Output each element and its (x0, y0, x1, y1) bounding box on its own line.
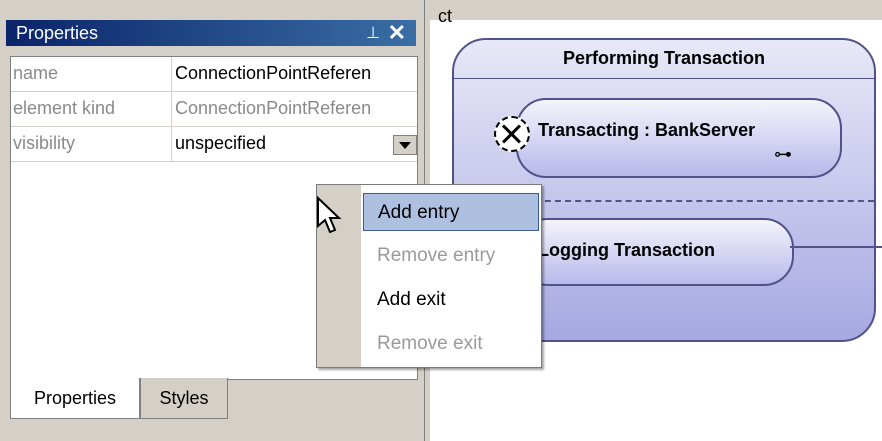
visibility-select[interactable]: unspecified (175, 133, 411, 154)
column-separator (171, 92, 172, 126)
submachine-link-icon: ⊶ (774, 144, 792, 164)
column-separator (171, 127, 172, 161)
dropdown-arrow-icon[interactable] (393, 135, 417, 155)
substate-transacting[interactable]: Transacting : BankServer ⊶ (516, 98, 842, 178)
fragment-label: ct (438, 6, 453, 26)
property-value[interactable]: ConnectionPointReferen (175, 63, 411, 84)
substate-label: Logging Transaction (538, 240, 716, 260)
property-row-visibility[interactable]: visibility unspecified (11, 127, 417, 162)
property-key: visibility (13, 133, 76, 153)
substate-logging[interactable]: Logging Transaction (518, 218, 794, 286)
column-separator (171, 57, 172, 91)
connection-point-icon[interactable] (494, 116, 530, 152)
close-icon[interactable]: ✕ (388, 20, 406, 46)
property-key: element kind (13, 98, 116, 118)
context-menu: Add entry Remove entry Add exit Remove e… (316, 184, 542, 368)
property-key: name (13, 63, 59, 83)
property-row-name[interactable]: name ConnectionPointReferen (11, 57, 417, 92)
property-row-element-kind: element kind ConnectionPointReferen (11, 92, 417, 127)
substate-label: Transacting : BankServer (538, 120, 756, 140)
canvas-header (430, 0, 882, 20)
tab-properties[interactable]: Properties (10, 378, 140, 419)
property-value: ConnectionPointReferen (175, 98, 372, 118)
pin-icon[interactable]: ⊥ (366, 23, 380, 43)
panel-titlebar: Properties ⊥ ✕ (6, 20, 416, 46)
mouse-cursor-icon (317, 196, 342, 234)
transition-line[interactable] (790, 246, 882, 248)
tab-styles[interactable]: Styles (140, 378, 228, 419)
menu-item-add-exit[interactable]: Add exit (363, 281, 539, 319)
panel-tabs: Properties Styles (10, 378, 416, 422)
menu-item-remove-exit: Remove exit (377, 333, 483, 354)
menu-item-remove-entry: Remove entry (377, 245, 496, 266)
panel-title: Properties (16, 23, 99, 43)
composite-state-divider (454, 78, 874, 79)
composite-state-title: Performing Transaction (562, 48, 766, 68)
menu-item-add-entry[interactable]: Add entry (363, 193, 539, 231)
